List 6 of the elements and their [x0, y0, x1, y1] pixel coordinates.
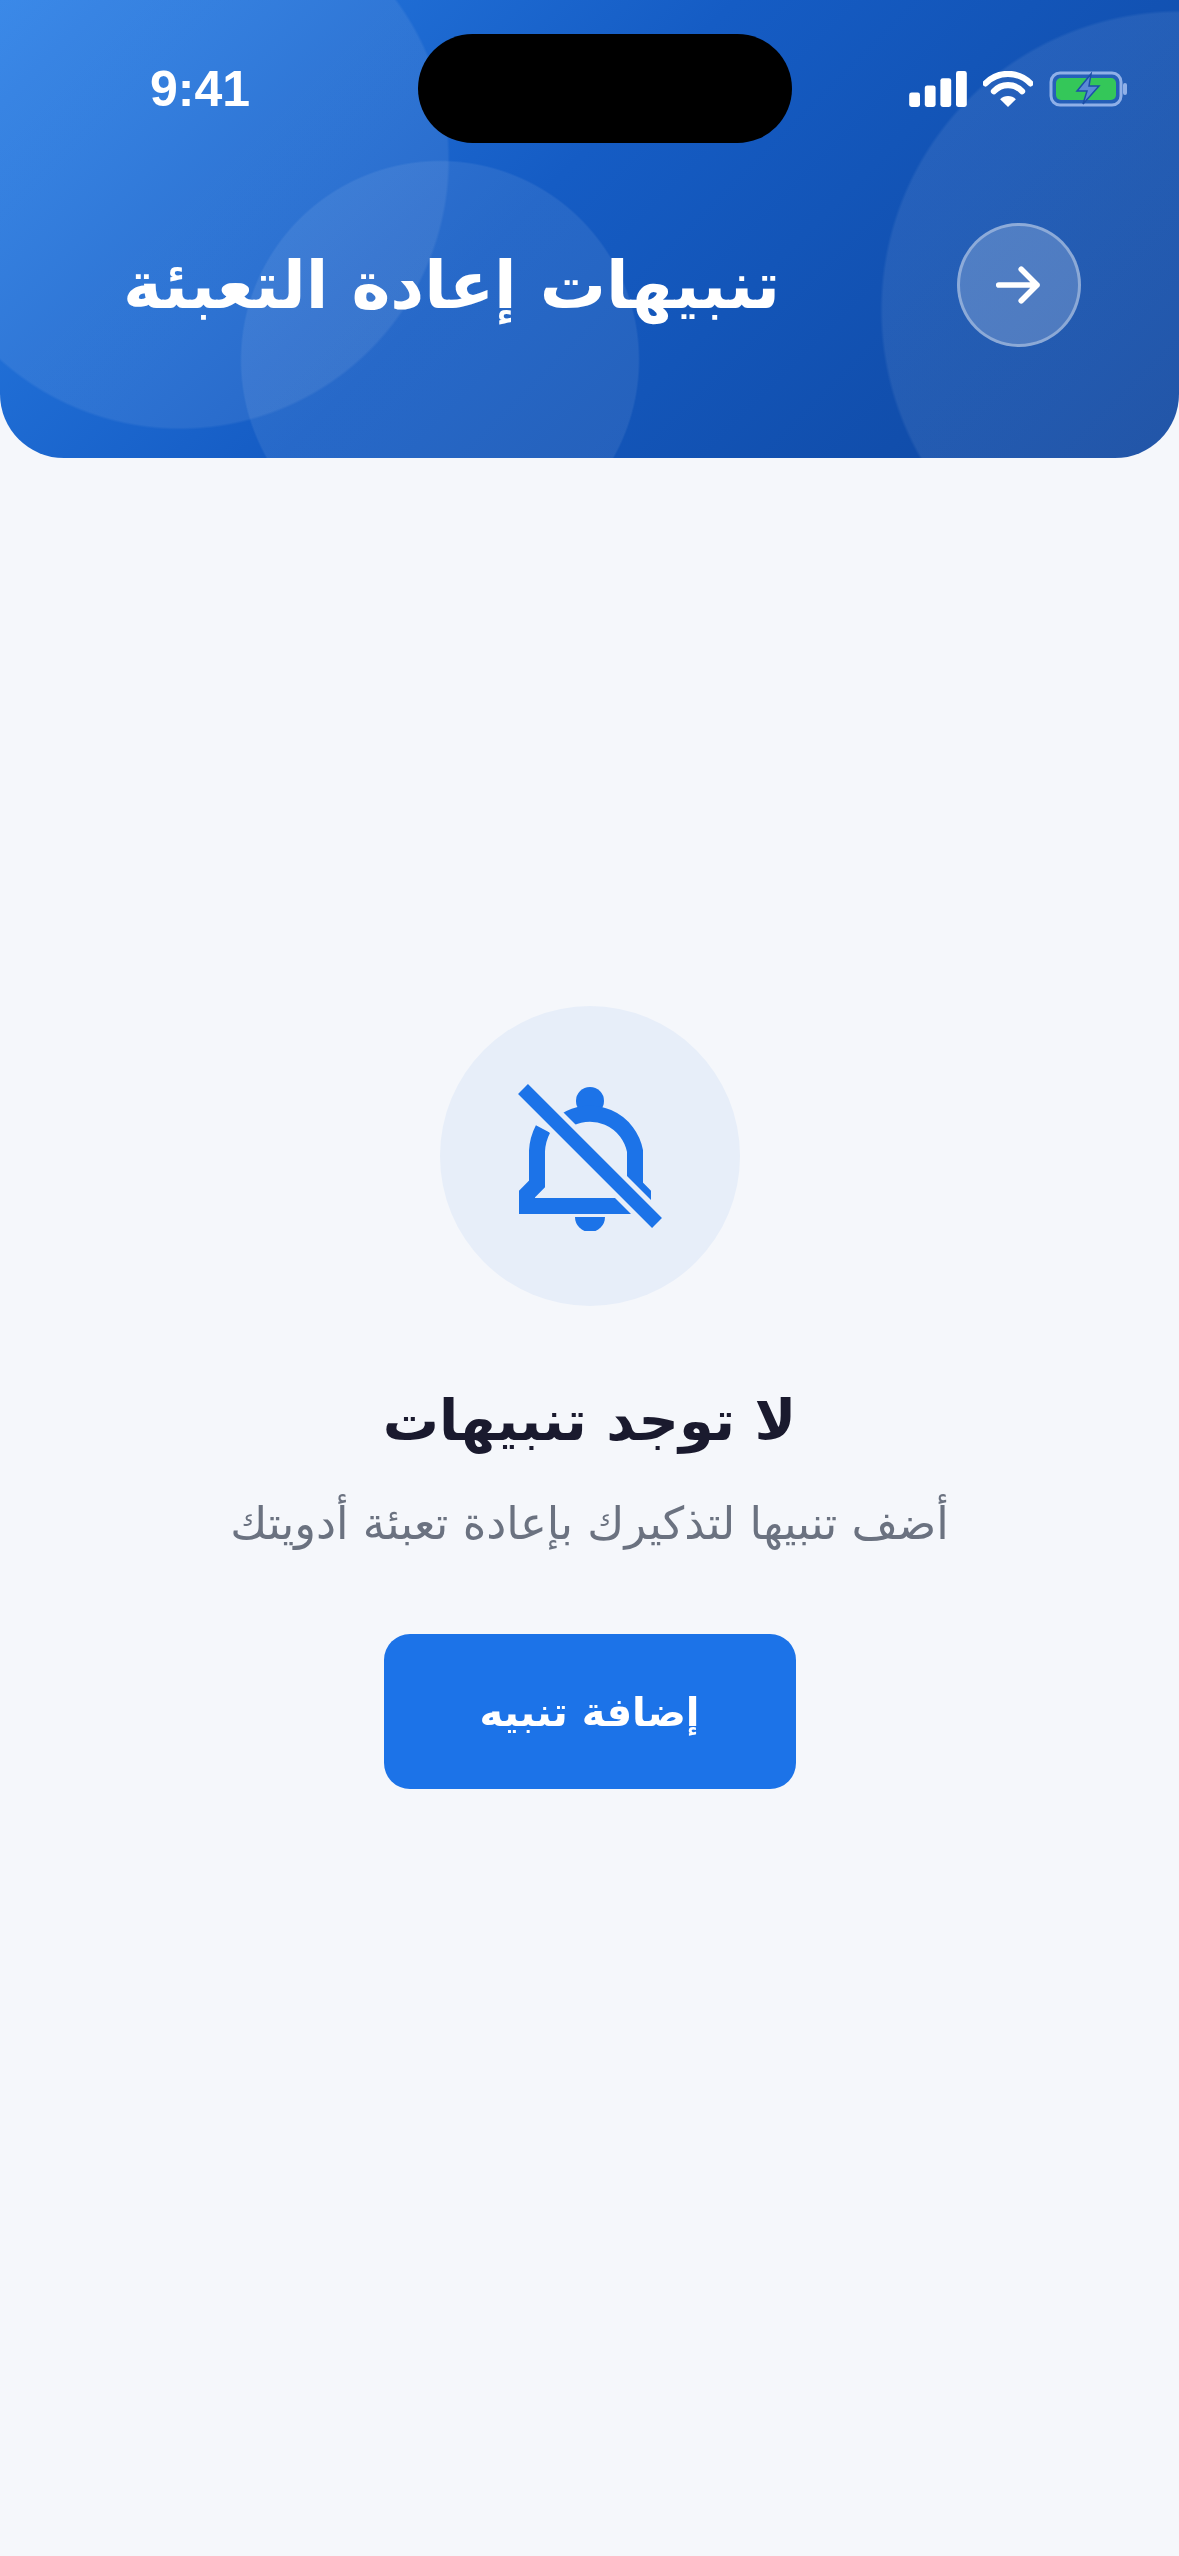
wifi-icon: [983, 70, 1033, 107]
signal-icon: [909, 70, 967, 107]
status-time: 9:41: [150, 59, 252, 118]
empty-state-title: لا توجد تنبيهات: [382, 1388, 797, 1453]
screen-title: تنبيهات إعادة التعبئة: [122, 246, 780, 324]
add-alert-button[interactable]: إضافة تنبيه: [383, 1634, 796, 1789]
